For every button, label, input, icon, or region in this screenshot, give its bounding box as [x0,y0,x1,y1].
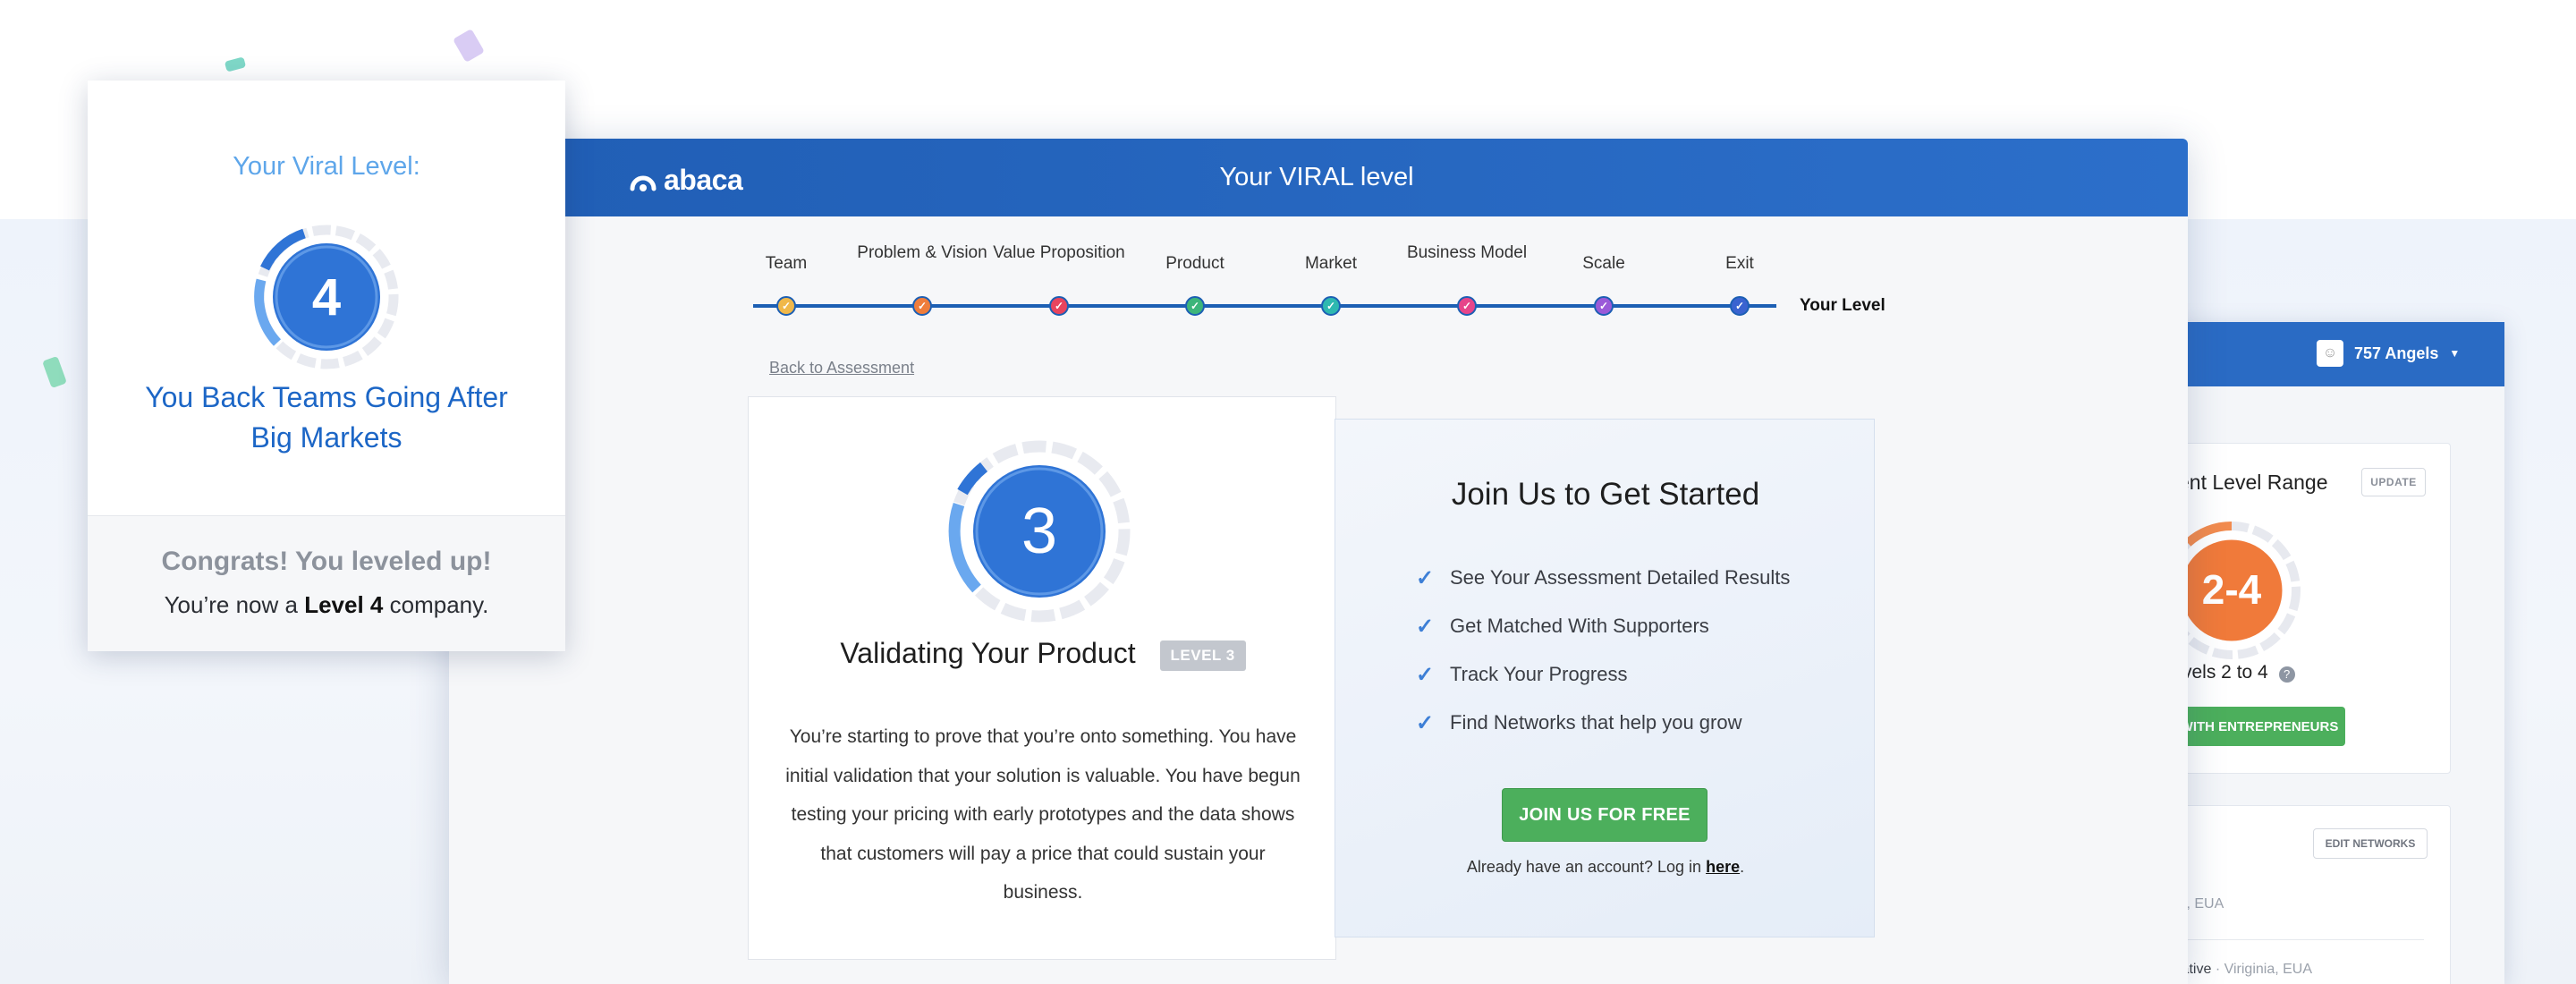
popup-kicker: Your Viral Level: [233,152,420,181]
network-location: Viriginia, EUA [2224,962,2313,977]
login-prompt-period: . [1740,858,1745,876]
login-prompt: Already have an account? Log in here. [1335,858,1876,877]
connect-entrepreneurs-button[interactable]: WITH ENTREPRENEURS [2174,707,2345,746]
login-prompt-text: Already have an account? Log in [1466,858,1702,876]
benefit-text: Get Matched With Supporters [1450,615,1709,637]
your-level-label: Your Level [1800,296,1885,315]
step-dot-problem-vision[interactable]: ✓ [912,296,932,316]
step-dot-business-model[interactable]: ✓ [1457,296,1477,316]
step-label-exit: Exit [1725,254,1754,273]
join-panel: Join Us to Get Started ✓ See Your Assessm… [1335,419,1875,937]
confetti [224,56,247,72]
chevron-down-icon: ▼ [2449,347,2461,360]
viral-level-window: abaca Your VIRAL level Team Problem & Vi… [449,139,2188,984]
benefit-item: ✓ Track Your Progress [1416,650,1790,699]
level-number: 3 [1021,496,1057,567]
confetti [453,29,485,63]
divider [2174,939,2424,940]
popup-footer: Congrats! You leveled up! You’re now a L… [88,515,565,651]
step-dot-scale[interactable]: ✓ [1594,296,1614,316]
step-label-scale: Scale [1582,254,1625,273]
avatar: ☺ [2317,340,2343,367]
benefit-text: Find Networks that help you grow [1450,711,1742,734]
step-label-value-proposition: Value Proposition [993,243,1125,262]
congrats-text: Congrats! You leveled up! [161,547,492,576]
step-label-team: Team [765,254,808,273]
window-header: abaca Your VIRAL level [565,139,2188,216]
level-description: You’re starting to prove that you’re ont… [785,726,1301,903]
level-card: 3 Validating Your Product LEVEL 3 You’re… [748,396,1336,960]
join-us-for-free-button[interactable]: JOIN US FOR FREE [1502,788,1707,842]
join-title: Join Us to Get Started [1451,477,1760,512]
step-dot-value-proposition[interactable]: ✓ [1049,296,1069,316]
step-dot-product[interactable]: ✓ [1185,296,1205,316]
popup-level-gauge: 4 [254,225,399,369]
check-icon: ✓ [1416,710,1435,735]
level-up-popup: Your Viral Level: 4 You Back Teams Going… [88,81,565,651]
range-text: vels 2 to 4 ? [2182,662,2295,683]
update-button[interactable]: UPDATE [2361,468,2426,496]
step-dot-market[interactable]: ✓ [1321,296,1341,316]
step-dot-team[interactable]: ✓ [776,296,796,316]
login-here-link[interactable]: here [1706,858,1740,876]
popup-top: Your Viral Level: 4 You Back Teams Going… [88,81,565,515]
step-label-market: Market [1304,254,1358,273]
check-icon: ✓ [1416,614,1435,639]
network-item: iative · Viriginia, EUA [2178,962,2312,978]
background-dashboard-window: ☺ 757 Angels ▼ ent Level Range UPDATE 2-… [2163,322,2504,984]
new-level-prefix: You’re now a [164,591,298,618]
benefit-text: See Your Assessment Detailed Results [1450,566,1791,589]
dashboard-header: ☺ 757 Angels ▼ [2174,322,2504,386]
new-level-value: Level 4 [304,591,384,618]
back-to-assessment-link[interactable]: Back to Assessment [769,359,914,377]
level-title-row: Validating Your Product LEVEL 3 [749,637,1337,671]
check-icon: ✓ [1416,565,1435,590]
benefit-item: ✓ Get Matched With Supporters [1416,602,1790,650]
account-menu[interactable]: ☺ 757 Angels ▼ [2317,340,2460,367]
range-card-title: ent Level Range [2178,471,2328,494]
new-level-text: You’re now a Level 4 company. [88,591,565,619]
benefit-item: ✓ See Your Assessment Detailed Results [1416,554,1790,602]
level-badge: LEVEL 3 [1159,640,1246,671]
new-level-suffix: company. [389,591,489,618]
popup-title: You Back Teams Going After Big Markets [145,381,508,454]
benefit-item: ✓ Find Networks that help you grow [1416,699,1790,747]
help-icon[interactable]: ? [2278,666,2295,683]
popup-level-number: 4 [312,268,341,327]
window-title: Your VIRAL level [1219,163,1414,191]
level-title: Validating Your Product [840,637,1136,669]
benefit-text: Track Your Progress [1450,663,1628,685]
edit-networks-button[interactable]: EDIT NETWORKS [2313,828,2428,859]
step-label-product: Product [1165,254,1224,273]
range-label: vels 2 to 4 [2182,662,2268,683]
benefits-list: ✓ See Your Assessment Detailed Results ✓ G… [1416,554,1790,747]
stepper-track [753,304,1776,308]
step-label-problem-vision: Problem & Vision [857,243,987,262]
range-value: 2-4 [2202,566,2262,613]
separator: · [2215,962,2224,977]
step-dot-exit[interactable]: ✓ [1730,296,1750,316]
account-name: 757 Angels [2354,344,2439,362]
check-icon: ✓ [1416,662,1435,687]
level-gauge: 3 [948,440,1131,623]
step-label-business-model: Business Model [1406,243,1528,262]
